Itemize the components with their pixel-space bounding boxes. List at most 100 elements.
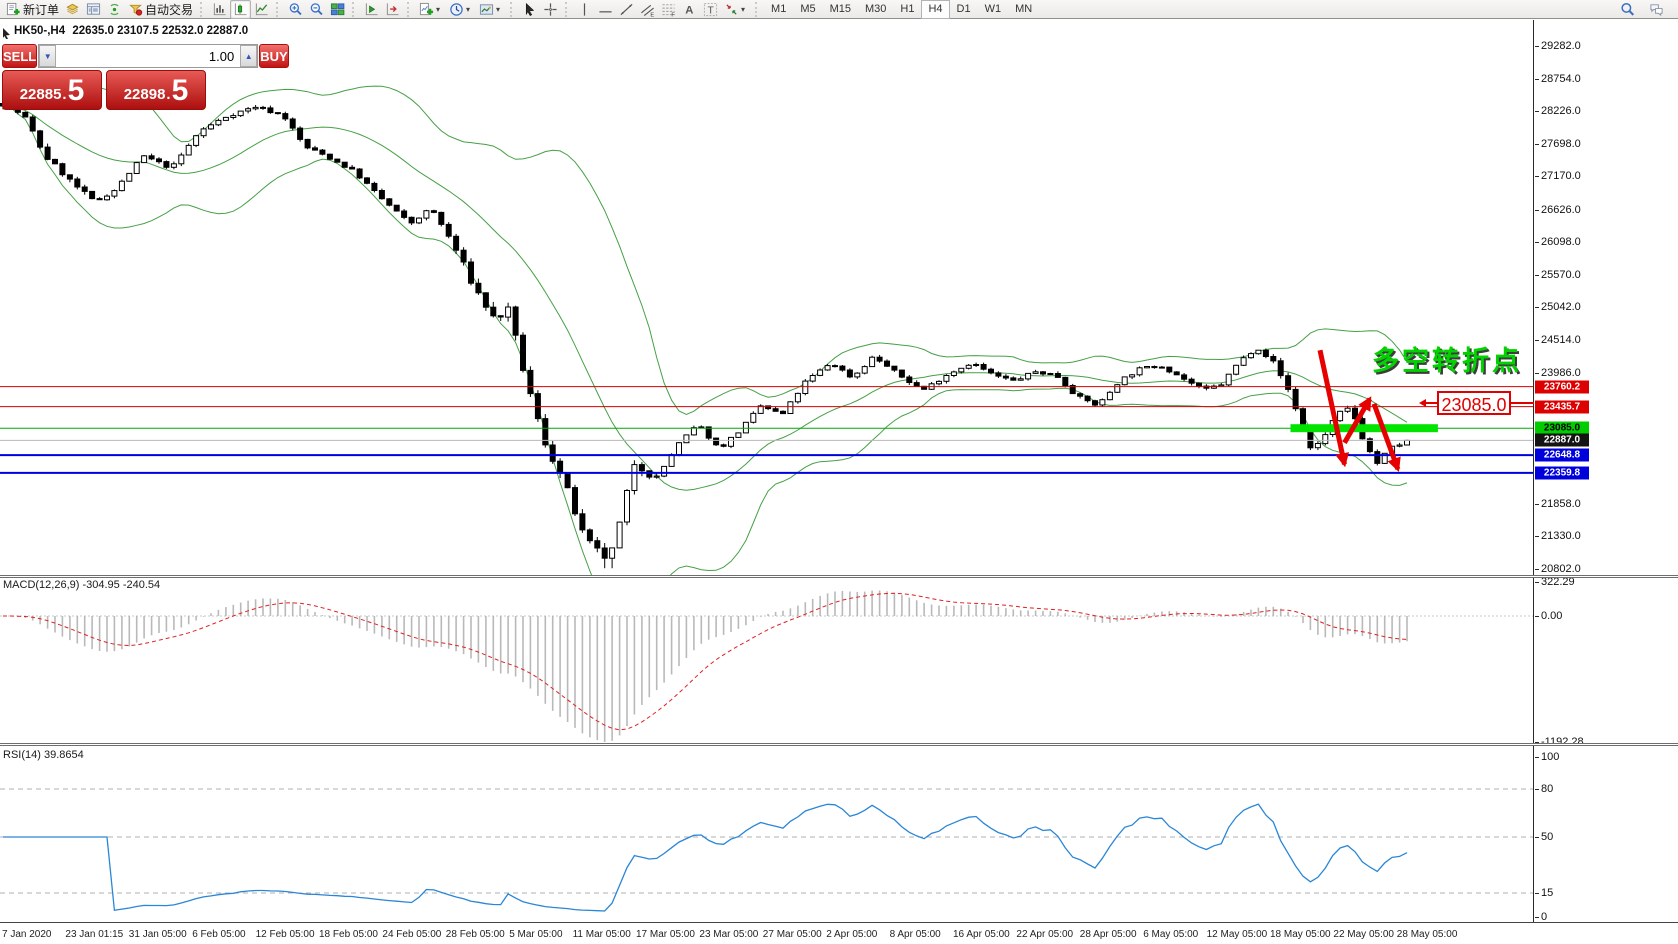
market-window-icon bbox=[86, 2, 101, 17]
trendline-tool-button[interactable] bbox=[616, 0, 637, 19]
time-axis-label: 31 Jan 05:00 bbox=[128, 929, 187, 940]
timeframe-button-m1[interactable]: M1 bbox=[764, 0, 793, 19]
price-axis-tick: 27170.0 bbox=[1535, 170, 1581, 183]
line-chart-icon bbox=[254, 2, 269, 17]
buy-price-dot: . bbox=[166, 86, 171, 103]
time-axis-label: 18 May 05:00 bbox=[1270, 929, 1331, 940]
arrows-tool-button[interactable] bbox=[721, 0, 751, 19]
pane-separator[interactable] bbox=[0, 575, 1678, 578]
time-axis-label: 6 May 05:00 bbox=[1143, 929, 1199, 940]
one-click-trading-panel: SELL ▼ ▲ BUY 22885.5 22898.5 bbox=[2, 44, 289, 110]
volume-control: ▼ ▲ bbox=[38, 44, 259, 68]
callout-connector-right bbox=[1511, 402, 1534, 404]
signal-icon bbox=[107, 2, 122, 17]
search-button[interactable] bbox=[1617, 0, 1638, 19]
time-axis-label: 12 May 05:00 bbox=[1206, 929, 1268, 940]
dropdown-caret-icon[interactable] bbox=[496, 5, 503, 14]
sell-price-dot: . bbox=[62, 86, 67, 103]
buy-price-int: 22898 bbox=[123, 86, 166, 103]
label-tool-button[interactable]: T bbox=[700, 0, 721, 19]
periods-button[interactable] bbox=[446, 0, 476, 19]
time-axis-label: 16 Apr 05:00 bbox=[953, 929, 1010, 940]
trendline-icon bbox=[619, 2, 634, 17]
main-price-chart[interactable] bbox=[0, 20, 1533, 576]
toolbar-separator bbox=[407, 1, 412, 17]
dropdown-caret-icon[interactable] bbox=[741, 5, 748, 14]
buy-price-panel[interactable]: 22898. 5 bbox=[106, 70, 206, 110]
market-depth-button[interactable] bbox=[62, 0, 83, 19]
indicators-icon bbox=[419, 2, 434, 17]
zoom-out-icon bbox=[309, 2, 324, 17]
pane-separator[interactable] bbox=[0, 743, 1678, 746]
signals-button[interactable] bbox=[104, 0, 125, 19]
timeframe-button-m5[interactable]: M5 bbox=[793, 0, 822, 19]
crosshair-tool-button[interactable] bbox=[540, 0, 561, 19]
price-axis-tick: 21858.0 bbox=[1535, 497, 1581, 510]
channel-tool-button[interactable]: E bbox=[637, 0, 658, 19]
chart-window: 29282.0 28754.0 28226.0 27698.0 27170.0 26626… bbox=[0, 20, 1678, 944]
line-chart-button[interactable] bbox=[251, 0, 272, 19]
timeframe-button-h4[interactable]: H4 bbox=[921, 0, 950, 19]
price-tag: 22359.8 bbox=[1535, 466, 1589, 480]
time-axis-label: 8 Apr 05:00 bbox=[889, 929, 941, 940]
volume-input[interactable] bbox=[56, 45, 241, 67]
chip-icon bbox=[65, 2, 80, 17]
auto-trading-button[interactable]: 自动交易 bbox=[125, 0, 196, 19]
tile-windows-button[interactable] bbox=[327, 0, 348, 19]
volume-increase-button[interactable]: ▲ bbox=[240, 45, 258, 67]
toolbar-separator bbox=[755, 1, 760, 17]
macd-axis-tick: -1192.28 bbox=[1535, 736, 1584, 748]
timeframe-button-mn[interactable]: MN bbox=[1008, 0, 1039, 19]
data-window-button[interactable] bbox=[83, 0, 104, 19]
price-axis-tick: 29282.0 bbox=[1535, 40, 1581, 52]
time-axis-label: 24 Feb 05:00 bbox=[382, 929, 442, 940]
new-order-button[interactable]: 新订单 bbox=[3, 0, 62, 19]
toolbar-separator bbox=[276, 1, 281, 17]
zoom-in-button[interactable] bbox=[285, 0, 306, 19]
templates-button[interactable] bbox=[476, 0, 506, 19]
timeframe-button-d1[interactable]: D1 bbox=[950, 0, 978, 19]
chat-icon bbox=[1649, 2, 1664, 17]
rsi-axis-tick: 50 bbox=[1534, 831, 1554, 843]
price-axis-tick: 21330.0 bbox=[1535, 530, 1581, 543]
candlestick-chart-button[interactable] bbox=[230, 0, 252, 19]
dropdown-caret-icon[interactable] bbox=[436, 5, 443, 14]
bar-chart-button[interactable] bbox=[209, 0, 230, 19]
chart-pointer-icon bbox=[2, 26, 11, 44]
hline-icon bbox=[598, 2, 613, 17]
zoom-in-icon bbox=[288, 2, 303, 17]
price-axis-tick: 25042.0 bbox=[1535, 301, 1581, 314]
sell-button[interactable]: SELL bbox=[2, 44, 38, 68]
indicators-button[interactable] bbox=[416, 0, 446, 19]
auto-trading-button-label: 自动交易 bbox=[145, 2, 194, 17]
channel-icon: E bbox=[640, 2, 655, 17]
timeframe-button-m15[interactable]: M15 bbox=[823, 0, 858, 19]
time-axis-label: 28 Feb 05:00 bbox=[445, 929, 505, 940]
timeframe-button-h1[interactable]: H1 bbox=[893, 0, 921, 19]
text-tool-button[interactable]: A bbox=[679, 0, 700, 19]
cursor-tool-button[interactable] bbox=[519, 0, 540, 19]
fibonacci-tool-button[interactable]: F bbox=[658, 0, 679, 19]
rsi-indicator-label: RSI(14) 39.8654 bbox=[3, 749, 84, 761]
rsi-pane[interactable] bbox=[0, 746, 1533, 922]
chart-symbol-period: HK50-,H4 bbox=[14, 25, 66, 37]
chart-shift-button[interactable] bbox=[382, 0, 403, 19]
timeframe-button-m30[interactable]: M30 bbox=[858, 0, 893, 19]
vertical-line-tool-button[interactable] bbox=[574, 0, 595, 19]
sell-price-panel[interactable]: 22885. 5 bbox=[2, 70, 102, 110]
toolbar-right bbox=[1617, 0, 1675, 19]
chat-button[interactable] bbox=[1646, 0, 1667, 19]
buy-button[interactable]: BUY bbox=[259, 44, 289, 68]
price-callout-label[interactable]: 23085.0 bbox=[1437, 391, 1511, 415]
rsi-axis-tick: 100 bbox=[1534, 751, 1560, 763]
volume-decrease-button[interactable]: ▼ bbox=[39, 45, 57, 67]
sell-price-int: 22885 bbox=[19, 86, 62, 103]
price-tag: 23760.2 bbox=[1535, 380, 1589, 394]
auto-scroll-button[interactable] bbox=[361, 0, 382, 19]
dropdown-caret-icon[interactable] bbox=[466, 5, 473, 14]
horizontal-line-tool-button[interactable] bbox=[595, 0, 616, 19]
timeframe-button-w1[interactable]: W1 bbox=[978, 0, 1009, 19]
zoom-out-button[interactable] bbox=[306, 0, 327, 19]
macd-pane[interactable] bbox=[0, 578, 1533, 743]
time-axis-label: 23 Mar 05:00 bbox=[699, 929, 759, 940]
